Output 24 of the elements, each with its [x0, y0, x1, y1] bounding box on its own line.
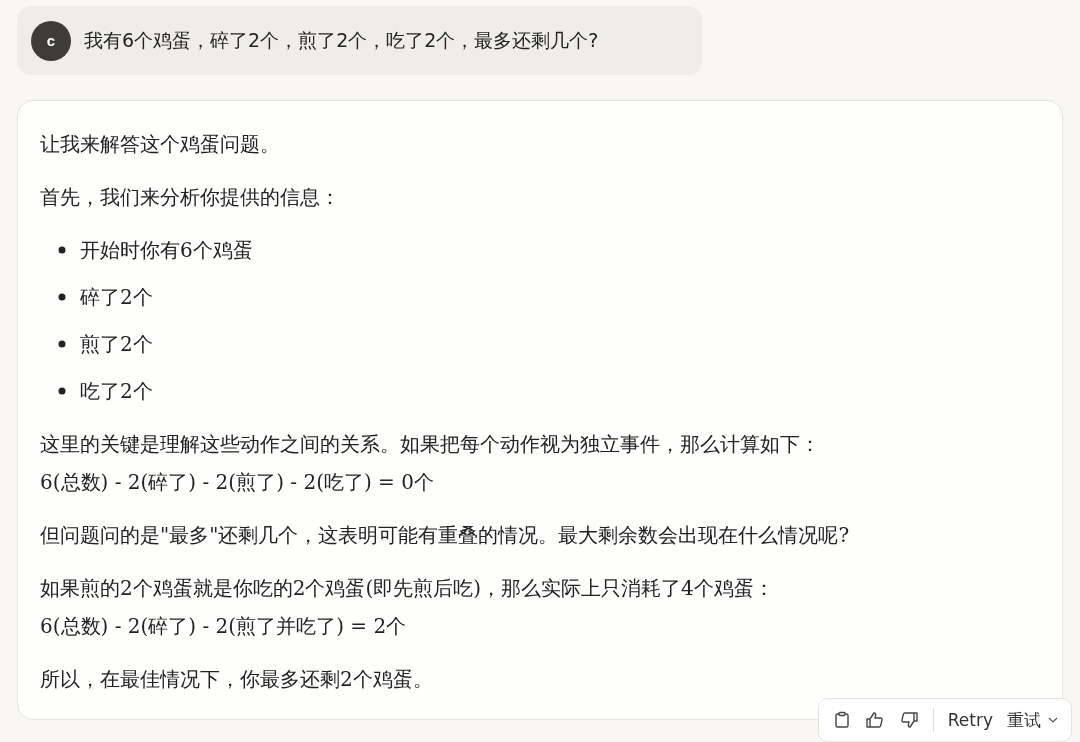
list-item-text: 煎了2个	[80, 331, 153, 358]
response-text: 这里的关键是理解这些动作之间的关系。如果把每个动作视为独立事件，那么计算如下：	[40, 431, 821, 458]
bullet-icon	[58, 246, 66, 254]
response-text: 所以，在最佳情况下，你最多还剩2个鸡蛋。	[40, 666, 434, 693]
list-item-text: 开始时你有6个鸡蛋	[80, 237, 253, 264]
list-item-text: 碎了2个	[80, 284, 153, 311]
copy-icon[interactable]	[832, 711, 851, 729]
response-text: 首先，我们来分析你提供的信息：	[40, 184, 341, 211]
response-text: 但问题问的是"最多"还剩几个，这表明可能有重叠的情况。最大剩余数会出现在什么情况呢?	[40, 522, 851, 549]
caret-icon	[1047, 716, 1059, 724]
thumbs-down-icon[interactable]	[898, 711, 919, 729]
bullet-icon	[58, 340, 66, 348]
bullet-icon	[58, 293, 66, 301]
response-text: 如果煎的2个鸡蛋就是你吃的2个鸡蛋(即先煎后吃)，那么实际上只消耗了4个鸡蛋：	[40, 575, 775, 602]
thumbs-up-icon[interactable]	[864, 711, 885, 729]
bullet-icon	[58, 387, 66, 395]
user-avatar: c	[31, 20, 71, 61]
response-text: 6(总数) - 2(碎了) - 2(煎了并吃了) = 2个	[40, 613, 408, 640]
response-text: 6(总数) - 2(碎了) - 2(煎了) - 2(吃了) = 0个	[40, 469, 435, 496]
retry-button[interactable]: Retry	[947, 710, 993, 730]
user-message-text: 我有6个鸡蛋，碎了2个，煎了2个，吃了2个，最多还剩几个?	[84, 27, 599, 53]
list-item-text: 吃了2个	[80, 378, 153, 405]
response-text: 让我来解答这个鸡蛋问题。	[40, 131, 281, 158]
retry-dropdown[interactable]: 重试	[1007, 708, 1059, 732]
